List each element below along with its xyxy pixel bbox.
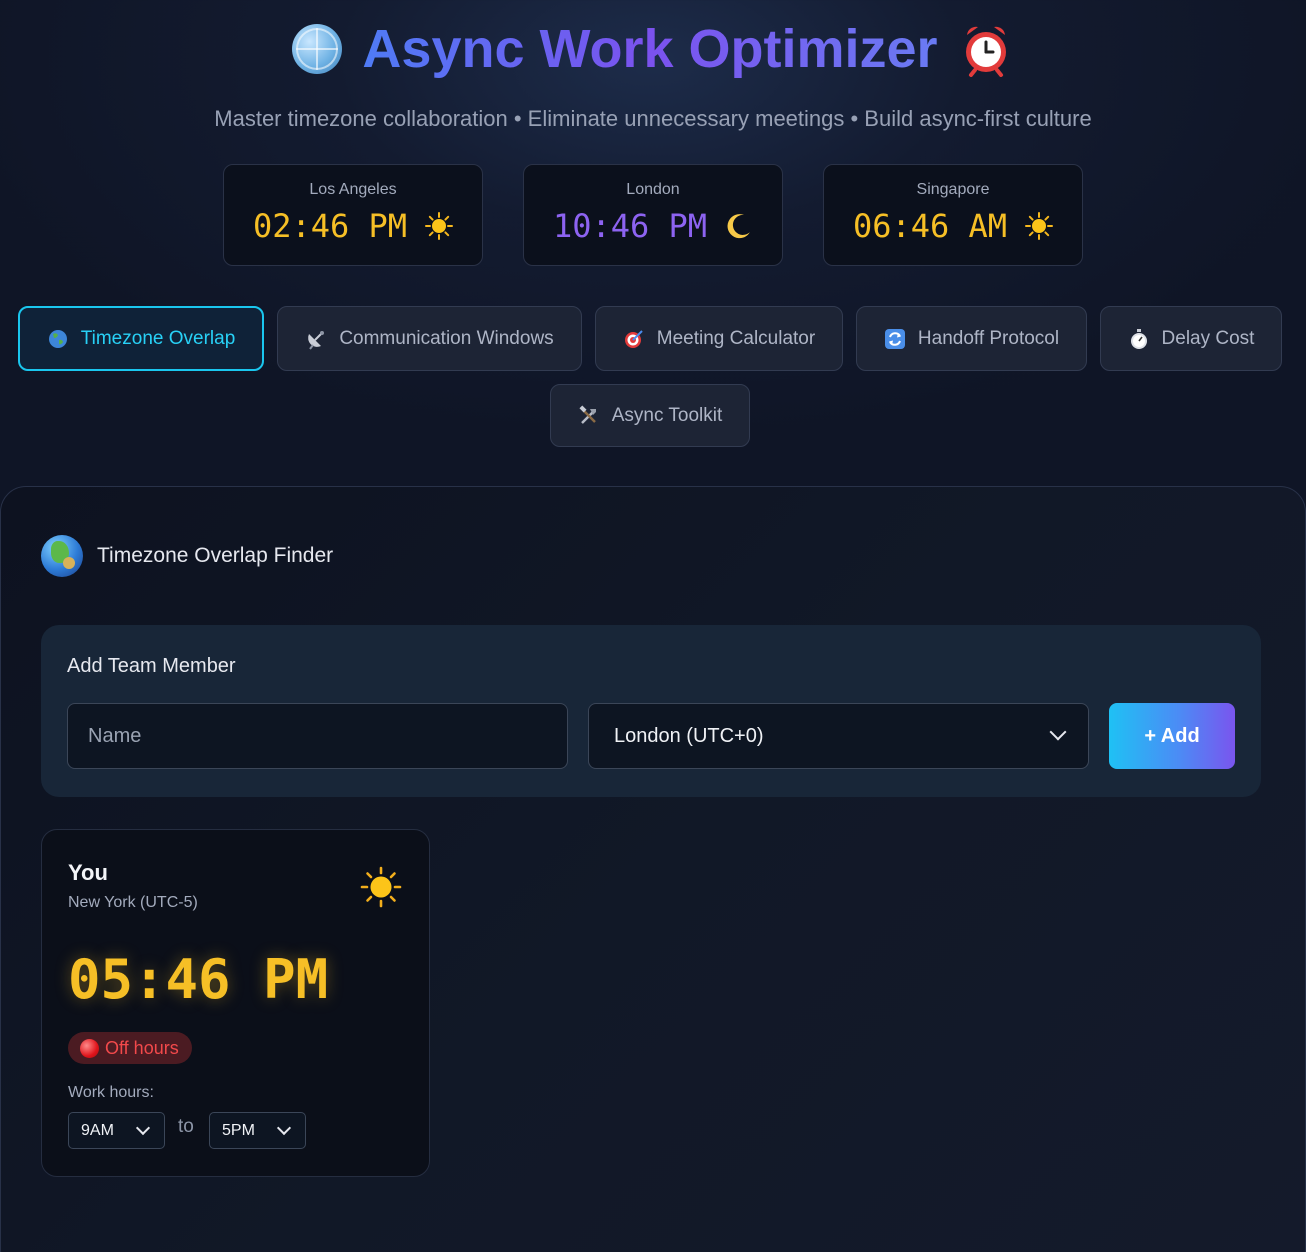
sun-icon <box>360 866 402 908</box>
tab-label: Delay Cost <box>1161 327 1255 349</box>
satellite-dish-icon <box>308 330 325 350</box>
globe-icon <box>292 24 343 74</box>
panel-title-text: Timezone Overlap Finder <box>97 544 334 567</box>
tab-label: Timezone Overlap <box>80 327 236 349</box>
add-member-button[interactable]: + Add <box>1109 703 1235 769</box>
work-end-value: 5PM <box>222 1121 255 1139</box>
team-member-card: You New York (UTC-5) 05:46 PM Off hours … <box>41 829 430 1177</box>
page-subtitle: Master timezone collaboration • Eliminat… <box>214 106 1092 131</box>
clock-los-angeles: Los Angeles 02:46 PM <box>223 164 483 266</box>
tab-label: Async Toolkit <box>611 404 723 426</box>
clock-city: Los Angeles <box>309 181 397 198</box>
work-start-value: 9AM <box>81 1121 114 1139</box>
clock-city: Singapore <box>916 181 990 198</box>
clock-london: London 10:46 PM <box>523 164 783 266</box>
status-badge: Off hours <box>68 1032 192 1064</box>
target-icon <box>624 329 643 348</box>
status-text: Off hours <box>105 1037 179 1058</box>
work-start-select[interactable]: 9AM <box>68 1112 165 1149</box>
earth-globe-icon <box>41 535 83 577</box>
tools-icon <box>579 404 596 424</box>
tab-delay-cost[interactable]: Delay Cost <box>1100 306 1282 371</box>
tab-label: Communication Windows <box>339 327 554 349</box>
chevron-down-icon <box>135 1120 151 1136</box>
member-local-time: 05:46 PM <box>68 948 329 1011</box>
alarm-clock-icon <box>965 26 1006 77</box>
world-clocks: Los Angeles 02:46 PM London 10:46 PM Sin <box>0 164 1306 266</box>
clock-time-value: 10:46 PM <box>552 207 708 245</box>
sun-icon <box>425 212 454 240</box>
tab-bar: Timezone Overlap Communication Windows M… <box>0 306 1306 456</box>
chevron-down-icon <box>276 1120 292 1136</box>
name-input[interactable] <box>67 703 568 769</box>
clock-singapore: Singapore 06:46 AM <box>823 164 1083 266</box>
clock-time: 06:46 AM <box>824 207 1082 245</box>
add-member-label: Add Team Member <box>67 655 236 677</box>
sun-icon <box>1025 212 1054 240</box>
page-header: Async Work Optimizer Master timezone col… <box>0 0 1306 132</box>
clock-time: 10:46 PM <box>524 207 782 245</box>
clock-city: London <box>626 181 680 198</box>
to-label: to <box>178 1116 194 1137</box>
tab-communication-windows[interactable]: Communication Windows <box>277 306 582 371</box>
member-timezone: New York (UTC-5) <box>68 894 198 911</box>
work-end-select[interactable]: 5PM <box>209 1112 306 1149</box>
panel-title: Timezone Overlap Finder <box>41 535 333 577</box>
clock-time-value: 06:46 AM <box>852 207 1008 245</box>
chevron-down-icon <box>1049 723 1067 741</box>
tab-label: Handoff Protocol <box>917 327 1060 349</box>
tab-async-toolkit[interactable]: Async Toolkit <box>550 384 750 447</box>
stopwatch-icon <box>1130 328 1147 349</box>
crescent-moon-icon <box>727 214 751 239</box>
tab-handoff-protocol[interactable]: Handoff Protocol <box>856 306 1087 371</box>
tab-label: Meeting Calculator <box>656 327 816 349</box>
timezone-select-value: London (UTC+0) <box>614 724 764 747</box>
member-name: You <box>68 860 108 885</box>
add-team-member-form: Add Team Member London (UTC+0) + Add <box>41 625 1261 797</box>
timezone-select[interactable]: London (UTC+0) <box>588 703 1089 769</box>
refresh-icon <box>884 328 905 349</box>
app-title: Async Work Optimizer <box>362 19 938 79</box>
red-circle-icon <box>80 1038 99 1058</box>
tab-timezone-overlap[interactable]: Timezone Overlap <box>18 306 264 371</box>
tab-meeting-calculator[interactable]: Meeting Calculator <box>595 306 843 371</box>
clock-time: 02:46 PM <box>224 207 482 245</box>
globe-icon <box>48 329 67 348</box>
timezone-overlap-panel: Timezone Overlap Finder Add Team Member … <box>0 486 1306 1252</box>
clock-time-value: 02:46 PM <box>252 207 408 245</box>
page-title: Async Work Optimizer <box>292 18 1013 80</box>
work-hours-label: Work hours: <box>68 1084 154 1101</box>
